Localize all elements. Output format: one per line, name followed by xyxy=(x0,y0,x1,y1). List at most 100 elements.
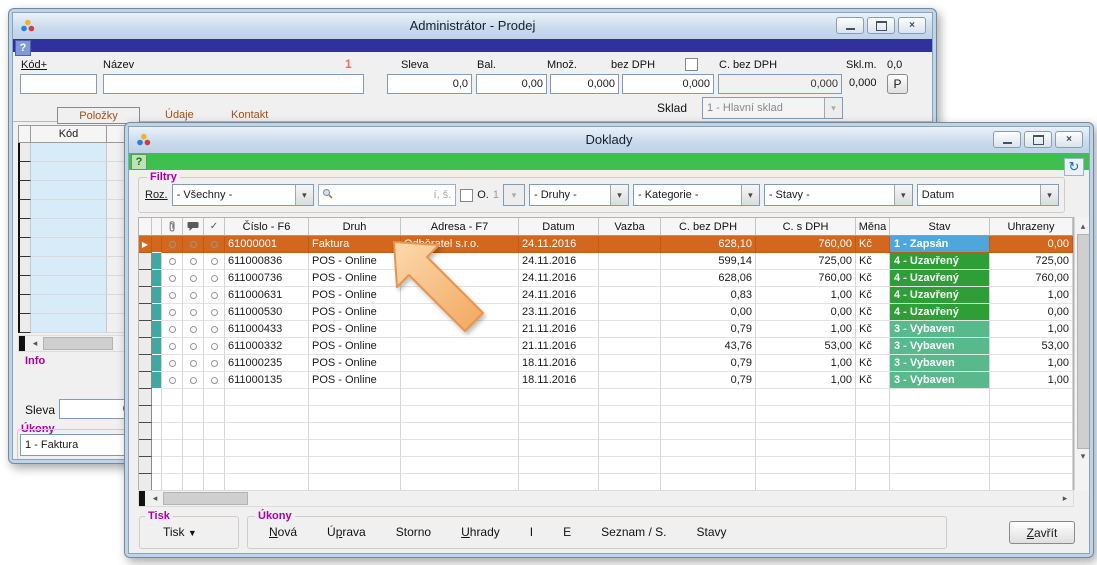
items-grid-cell[interactable] xyxy=(31,314,107,333)
items-grid-row[interactable] xyxy=(18,276,128,295)
cell-bez[interactable] xyxy=(661,457,756,474)
cell-cislo[interactable] xyxy=(225,406,309,423)
cell-datum[interactable] xyxy=(519,406,599,423)
cell-uhr[interactable]: 1,00 xyxy=(990,321,1073,338)
table-row[interactable]: 611000631POS - Online24.11.20160,831,00K… xyxy=(139,287,1073,304)
cell-s[interactable] xyxy=(756,406,856,423)
scroll-thumb[interactable] xyxy=(163,492,248,505)
tab-udaje[interactable]: Údaje xyxy=(165,109,194,121)
cell-mena[interactable]: Kč xyxy=(856,321,890,338)
column-header-s[interactable]: C. s DPH xyxy=(756,218,856,236)
scroll-left-icon[interactable]: ◂ xyxy=(27,338,43,349)
cell-datum[interactable]: 23.11.2016 xyxy=(519,304,599,321)
cell-cislo[interactable]: 611000235 xyxy=(225,355,309,372)
row-marker[interactable] xyxy=(152,338,162,355)
items-grid-cell[interactable] xyxy=(31,238,107,257)
cell-cislo[interactable]: 611000631 xyxy=(225,287,309,304)
table-row[interactable]: ▶61000001FakturaOdběratel s.r.o.24.11.20… xyxy=(139,236,1073,253)
cell-cislo[interactable]: 611000836 xyxy=(225,253,309,270)
row-marker[interactable] xyxy=(152,321,162,338)
cell-bez[interactable]: 0,79 xyxy=(661,355,756,372)
p-button[interactable]: P xyxy=(887,74,908,94)
bezdph-input[interactable]: 0,000 xyxy=(622,74,714,94)
cell-mena[interactable]: Kč xyxy=(856,236,890,253)
row-marker[interactable] xyxy=(152,406,162,423)
row-flag-cell[interactable] xyxy=(183,457,204,474)
row-marker[interactable] xyxy=(152,304,162,321)
row-flag-cell[interactable] xyxy=(204,389,225,406)
row-flag-cell[interactable] xyxy=(204,440,225,457)
items-grid-cell[interactable] xyxy=(18,238,31,257)
row-selector[interactable] xyxy=(139,372,152,389)
table-row[interactable]: 611000433POS - Online21.11.20160,791,00K… xyxy=(139,321,1073,338)
cell-datum[interactable]: 18.11.2016 xyxy=(519,355,599,372)
cell-datum[interactable]: 24.11.2016 xyxy=(519,287,599,304)
cell-adresa[interactable] xyxy=(401,440,519,457)
items-grid-row[interactable] xyxy=(18,162,128,181)
cell-mena[interactable] xyxy=(856,389,890,406)
cell-bez[interactable]: 43,76 xyxy=(661,338,756,355)
cell-mena[interactable] xyxy=(856,423,890,440)
row-flag-cell[interactable] xyxy=(204,236,225,253)
table-empty-row[interactable] xyxy=(139,423,1073,440)
row-marker[interactable] xyxy=(152,474,162,491)
row-flag-cell[interactable] xyxy=(183,236,204,253)
action-button-uhrady[interactable]: Uhrady xyxy=(461,525,500,539)
items-grid-cell[interactable] xyxy=(18,257,31,276)
items-grid-row[interactable] xyxy=(18,295,128,314)
bal-input[interactable]: 0,00 xyxy=(476,74,547,94)
row-selector[interactable] xyxy=(139,389,152,406)
sleva2-input[interactable]: 0 xyxy=(59,399,133,419)
cell-vazba[interactable] xyxy=(599,253,661,270)
row-selector[interactable] xyxy=(139,287,152,304)
cell-mena[interactable]: Kč xyxy=(856,270,890,287)
maximize-button[interactable] xyxy=(867,17,895,34)
row-marker[interactable] xyxy=(152,457,162,474)
cell-mena[interactable]: Kč xyxy=(856,287,890,304)
row-flag-cell[interactable] xyxy=(204,457,225,474)
row-flag-cell[interactable] xyxy=(162,389,183,406)
cell-datum[interactable]: 21.11.2016 xyxy=(519,321,599,338)
tab-kontakt[interactable]: Kontakt xyxy=(231,109,268,121)
table-empty-row[interactable] xyxy=(139,474,1073,491)
cell-druh[interactable] xyxy=(309,474,401,491)
row-selector[interactable] xyxy=(139,457,152,474)
row-flag-cell[interactable] xyxy=(183,474,204,491)
cell-vazba[interactable] xyxy=(599,406,661,423)
items-grid-cell[interactable] xyxy=(31,257,107,276)
kod-input[interactable] xyxy=(20,74,97,94)
row-selector[interactable] xyxy=(139,355,152,372)
cell-s[interactable]: 1,00 xyxy=(756,355,856,372)
table-row[interactable]: 611000235POS - Online18.11.20160,791,00K… xyxy=(139,355,1073,372)
row-flag-cell[interactable] xyxy=(204,253,225,270)
cell-vazba[interactable] xyxy=(599,321,661,338)
cell-s[interactable] xyxy=(756,440,856,457)
o-checkbox[interactable] xyxy=(460,189,473,202)
items-grid-cell[interactable] xyxy=(31,143,107,162)
cell-datum[interactable] xyxy=(519,474,599,491)
cell-uhr[interactable]: 725,00 xyxy=(990,253,1073,270)
cell-bez[interactable] xyxy=(661,474,756,491)
row-flag-cell[interactable] xyxy=(204,270,225,287)
scroll-thumb[interactable] xyxy=(1077,234,1090,449)
cell-stav[interactable] xyxy=(890,457,990,474)
table-row[interactable]: 611000135POS - Online18.11.20160,791,00K… xyxy=(139,372,1073,389)
items-grid-cell[interactable] xyxy=(18,200,31,219)
row-marker[interactable] xyxy=(152,423,162,440)
row-flag-cell[interactable] xyxy=(162,423,183,440)
search-input[interactable]: í, š. xyxy=(318,184,456,206)
close-button[interactable]: × xyxy=(1055,131,1083,148)
cell-uhr[interactable]: 1,00 xyxy=(990,287,1073,304)
cell-uhr[interactable] xyxy=(990,457,1073,474)
table-hscrollbar[interactable]: ◂ ▸ xyxy=(138,490,1074,507)
cell-bez[interactable] xyxy=(661,423,756,440)
cell-vazba[interactable] xyxy=(599,270,661,287)
column-header-stav[interactable]: Stav xyxy=(890,218,990,236)
stavy-combo[interactable]: - Stavy -▾ xyxy=(764,184,913,206)
items-grid-cell[interactable] xyxy=(31,219,107,238)
items-grid-cell[interactable] xyxy=(18,276,31,295)
cell-adresa[interactable] xyxy=(401,406,519,423)
cell-s[interactable] xyxy=(756,457,856,474)
rozsah-combo[interactable]: - Všechny -▾ xyxy=(172,184,314,206)
cell-druh[interactable]: POS - Online xyxy=(309,355,401,372)
